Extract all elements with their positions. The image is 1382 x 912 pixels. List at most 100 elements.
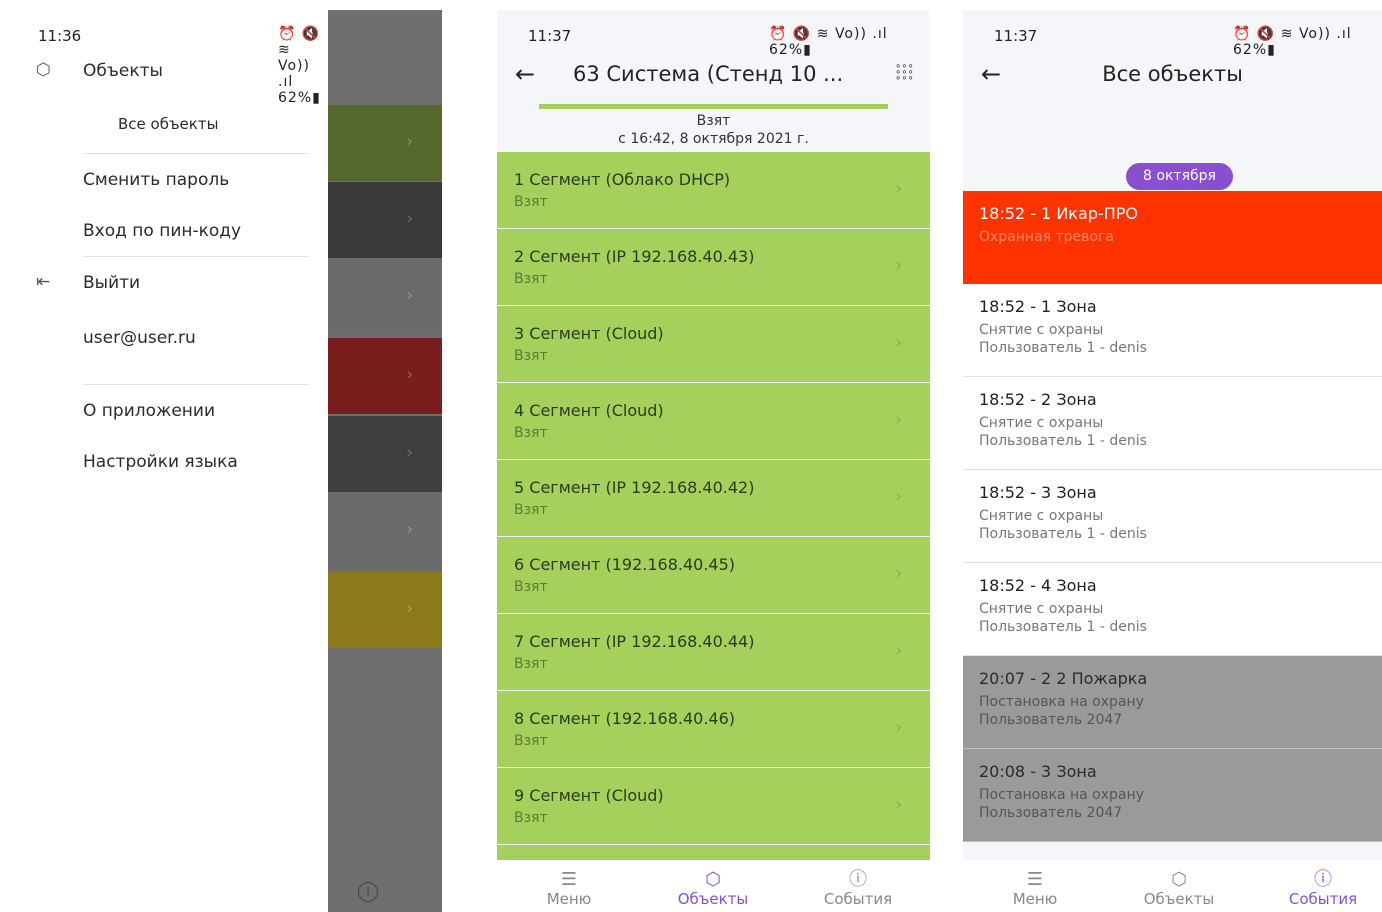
nav-menu[interactable]: ☰ Меню <box>980 869 1090 909</box>
menu-item-language[interactable]: Настройки языка <box>83 452 238 472</box>
logout-icon: ⇤ <box>36 272 51 292</box>
nav-events[interactable]: ⓘ События <box>803 870 913 909</box>
status-time: 11:37 <box>994 27 1038 45</box>
segment-row[interactable]: 3 Сегмент (Cloud) Взят › <box>497 306 930 382</box>
event-title: 18:52 - 2 Зона <box>979 390 1097 409</box>
event-row[interactable]: 20:07 - 2 2 Пожарка Постановка на охрану П… <box>963 656 1382 749</box>
segment-state: Взят <box>514 733 548 749</box>
status-bar: 11:37 ⏰ 🔇 ≋ Vo)) .ıl 62%▮ <box>963 10 1382 58</box>
bg-row: › <box>328 105 442 181</box>
event-title: 18:52 - 1 Икар-ПРО <box>979 204 1138 223</box>
chevron-right-icon: › <box>406 131 414 152</box>
status-bar: 11:36 ⏰ 🔇 ≋ Vo)) .ıl 62%▮ <box>6 10 328 106</box>
menu-item-objects[interactable]: Объекты <box>83 61 163 81</box>
segment-state: Взят <box>514 810 548 826</box>
event-user: Пользователь 1 - denis <box>979 433 1147 449</box>
cube-icon: ⬡ <box>36 60 51 80</box>
event-title: 18:52 - 3 Зона <box>979 483 1097 502</box>
event-title: 20:08 - 3 Зона <box>979 762 1097 781</box>
nav-events[interactable]: ⓘ События <box>1268 869 1378 909</box>
menu-item-about[interactable]: О приложении <box>83 401 215 421</box>
event-type: Снятие с охраны <box>979 508 1104 524</box>
status-time: 11:36 <box>38 27 82 45</box>
bg-row: › <box>328 493 442 569</box>
bg-row: › <box>328 259 442 335</box>
segment-state: Взят <box>514 271 548 287</box>
chevron-right-icon: › <box>406 285 414 306</box>
back-arrow-icon[interactable]: ← <box>515 60 535 88</box>
menu-item-pin-login[interactable]: Вход по пин-коду <box>83 221 241 241</box>
segment-state: Взят <box>514 194 548 210</box>
event-type: Снятие с охраны <box>979 415 1104 431</box>
event-row[interactable]: 18:52 - 4 Зона Снятие с охраны Пользовател… <box>963 563 1382 656</box>
chevron-right-icon: › <box>895 409 903 430</box>
nav-label: Объекты <box>1143 890 1215 908</box>
event-list: 18:52 - 1 Икар-ПРО Охранная тревога 18:52… <box>963 191 1382 842</box>
status-bar: 11:37 ⏰ 🔇 ≋ Vo)) .ıl 62%▮ <box>497 10 930 58</box>
chevron-right-icon: › <box>895 717 903 738</box>
menu-item-logout[interactable]: Выйти <box>83 273 140 293</box>
status-indicator-bar <box>539 104 888 109</box>
event-row[interactable]: 18:52 - 1 Икар-ПРО Охранная тревога <box>963 191 1382 284</box>
segment-name: 8 Сегмент (192.168.40.46) <box>514 709 736 728</box>
bg-row: › <box>328 416 442 492</box>
segment-row[interactable]: 9 Сегмент (Cloud) Взят › <box>497 768 930 844</box>
system-screen: 11:37 ⏰ 🔇 ≋ Vo)) .ıl 62%▮ ← 63 Система (… <box>497 10 930 912</box>
event-type: Снятие с охраны <box>979 322 1104 338</box>
nav-menu[interactable]: ☰ Меню <box>514 869 624 909</box>
segment-list: 1 Сегмент (Облако DHCP) Взят › 2 Сегмент (… <box>497 152 930 886</box>
status-time: 11:37 <box>528 27 572 45</box>
segment-name: 5 Сегмент (IP 192.168.40.42) <box>514 478 755 497</box>
segment-row[interactable]: 8 Сегмент (192.168.40.46) Взят › <box>497 691 930 767</box>
event-row[interactable]: 18:52 - 3 Зона Снятие с охраны Пользовател… <box>963 470 1382 563</box>
nav-label: Меню <box>546 890 592 908</box>
segment-name: 4 Сегмент (Cloud) <box>514 401 664 420</box>
segment-row[interactable]: 4 Сегмент (Cloud) Взят › <box>497 383 930 459</box>
menu-icon: ☰ <box>560 869 578 890</box>
menu-icon: ☰ <box>1026 869 1044 890</box>
system-state: Взят <box>696 113 731 129</box>
nav-objects[interactable]: ⬡ Объекты <box>1124 869 1234 909</box>
segment-state: Взят <box>514 656 548 672</box>
segment-name: 7 Сегмент (IP 192.168.40.44) <box>514 632 755 651</box>
grid-menu-icon[interactable]: ∘∘∘ ∘∘∘ ∘∘∘ <box>895 62 914 84</box>
segment-state: Взят <box>514 579 548 595</box>
segment-row[interactable]: 5 Сегмент (IP 192.168.40.42) Взят › <box>497 460 930 536</box>
event-row[interactable]: 18:52 - 2 Зона Снятие с охраны Пользовател… <box>963 377 1382 470</box>
segment-state: Взят <box>514 348 548 364</box>
segment-row[interactable]: 1 Сегмент (Облако DHCP) Взят › <box>497 152 930 228</box>
nav-label: Меню <box>1012 890 1058 908</box>
nav-objects[interactable]: ⬡ Объекты <box>658 870 768 909</box>
chevron-right-icon: › <box>895 794 903 815</box>
system-state-since: с 16:42, 8 октября 2021 г. <box>618 131 809 147</box>
event-type: Охранная тревога <box>979 229 1114 245</box>
segment-name: 9 Сегмент (Cloud) <box>514 786 664 805</box>
divider <box>83 384 309 385</box>
dimmed-object-list: › › › › › › › i <box>328 10 442 912</box>
page-title: 63 Система (Стенд 10 ... <box>573 62 844 86</box>
chevron-right-icon: › <box>895 332 903 353</box>
event-title: 18:52 - 4 Зона <box>979 576 1097 595</box>
menu-item-all-objects[interactable]: Все объекты <box>118 115 218 133</box>
event-type: Постановка на охрану <box>979 787 1144 803</box>
info-icon: ⓘ <box>1314 869 1332 890</box>
event-row[interactable]: 18:52 - 1 Зона Снятие с охраны Пользовател… <box>963 284 1382 377</box>
cube-icon: ⬡ <box>1171 869 1187 890</box>
event-type: Снятие с охраны <box>979 601 1104 617</box>
event-title: 18:52 - 1 Зона <box>979 297 1097 316</box>
chevron-right-icon: › <box>406 364 414 385</box>
event-row[interactable]: 20:08 - 3 Зона Постановка на охрану Пользо… <box>963 749 1382 842</box>
nav-label: Объекты <box>677 890 749 908</box>
nav-label: События <box>823 890 893 908</box>
bg-row: › <box>328 182 442 258</box>
status-icons: ⏰ 🔇 ≋ Vo)) .ıl 62%▮ <box>1233 26 1352 58</box>
segment-row[interactable]: 7 Сегмент (IP 192.168.40.44) Взят › <box>497 614 930 690</box>
event-user: Пользователь 2047 <box>979 805 1123 821</box>
segment-row[interactable]: 6 Сегмент (192.168.40.45) Взят › <box>497 537 930 613</box>
event-user: Пользователь 1 - denis <box>979 619 1147 635</box>
menu-item-change-password[interactable]: Сменить пароль <box>83 170 229 190</box>
segment-name: 1 Сегмент (Облако DHCP) <box>514 170 731 189</box>
info-icon: i <box>358 882 378 902</box>
event-user: Пользователь 1 - denis <box>979 340 1147 356</box>
segment-row[interactable]: 2 Сегмент (IP 192.168.40.43) Взят › <box>497 229 930 305</box>
